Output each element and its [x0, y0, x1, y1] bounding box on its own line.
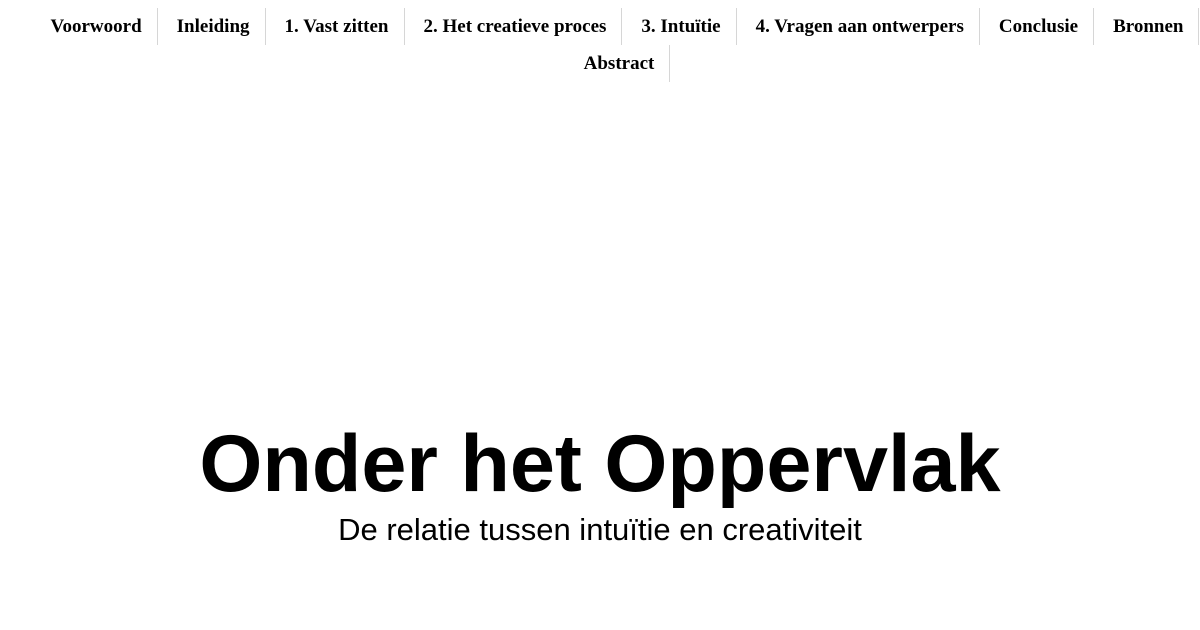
nav-item-voorwoord[interactable]: Voorwoord: [36, 8, 158, 45]
nav-item-inleiding[interactable]: Inleiding: [158, 8, 266, 45]
page-title: Onder het Oppervlak: [199, 419, 1001, 509]
nav-item-conclusie[interactable]: Conclusie: [980, 8, 1095, 45]
nav-item-abstract[interactable]: Abstract: [565, 45, 671, 82]
hero-section: Onder het Oppervlak De relatie tussen in…: [0, 418, 1200, 550]
page-subtitle: De relatie tussen intuïtie en creativite…: [338, 512, 862, 547]
nav-item-bronnen[interactable]: Bronnen: [1094, 8, 1200, 45]
nav-item-vragen-aan-ontwerpers[interactable]: 4. Vragen aan ontwerpers: [737, 8, 980, 45]
nav-item-vast-zitten[interactable]: 1. Vast zitten: [266, 8, 405, 45]
main-navigation: Voorwoord Inleiding 1. Vast zitten 2. He…: [0, 8, 1200, 82]
nav-item-intuitie[interactable]: 3. Intuïtie: [622, 8, 737, 45]
nav-item-het-creatieve-proces[interactable]: 2. Het creatieve proces: [405, 8, 623, 45]
